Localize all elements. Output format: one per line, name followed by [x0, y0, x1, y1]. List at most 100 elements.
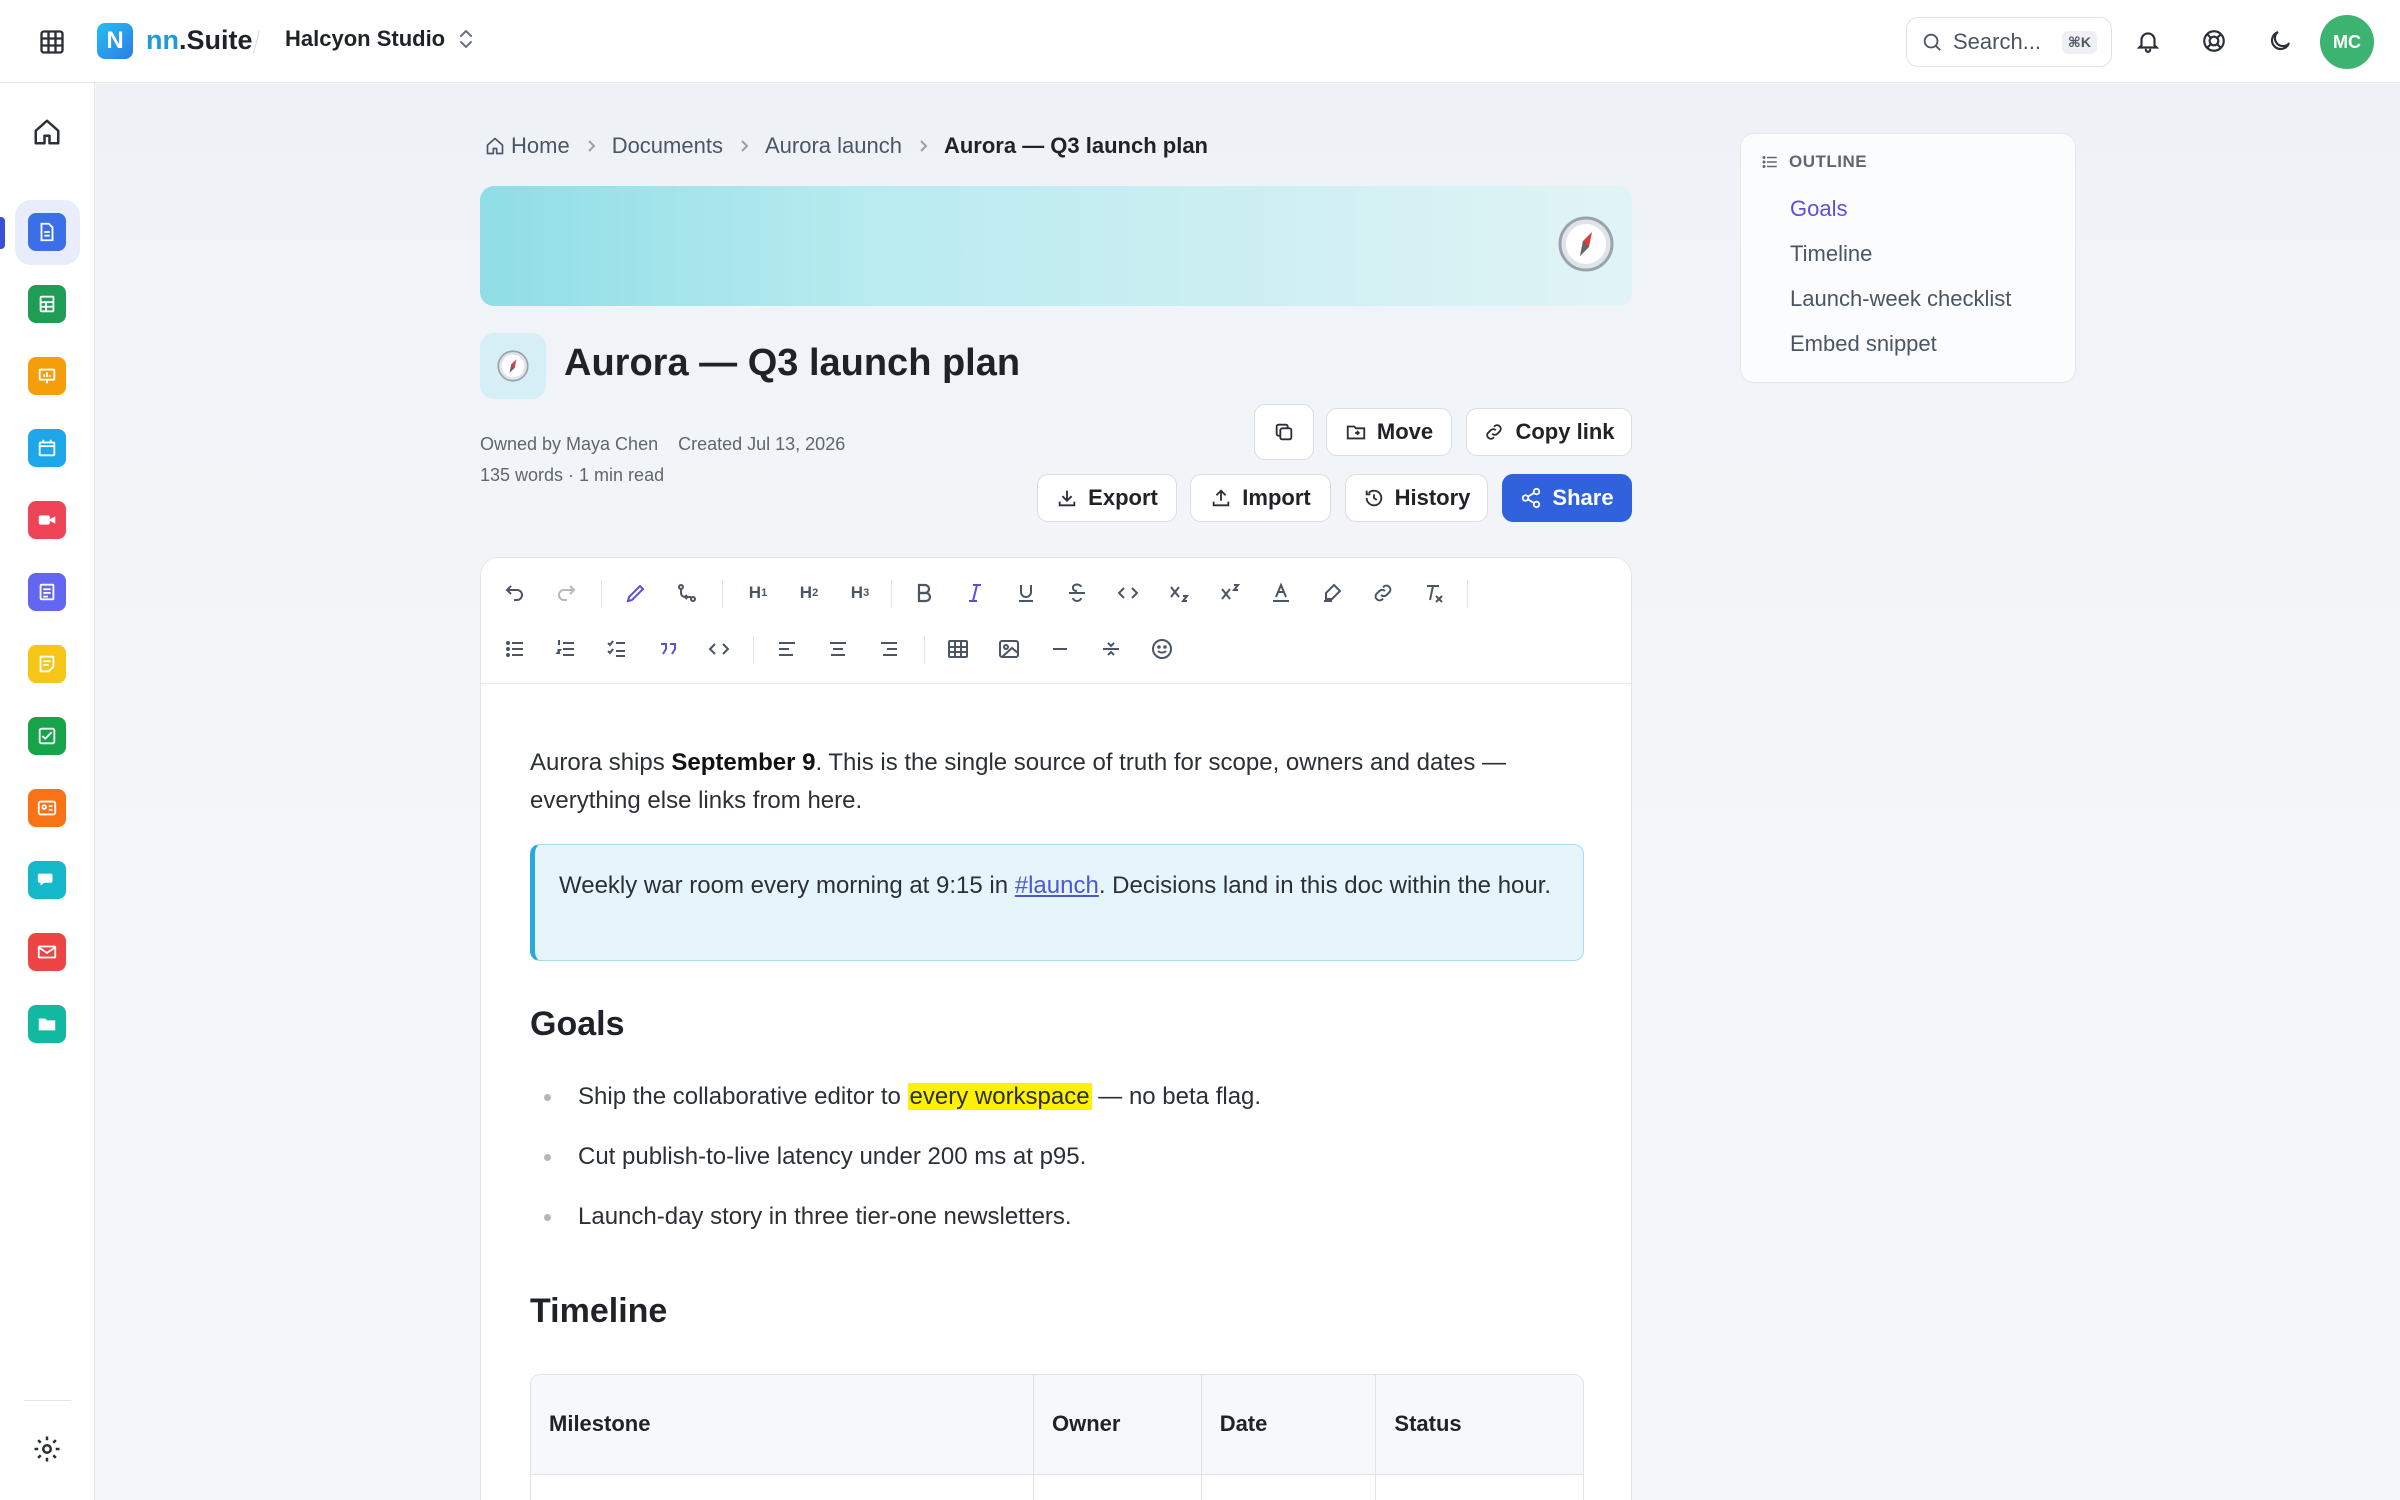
outline-item-timeline[interactable]: Timeline	[1790, 241, 1872, 267]
meet-app-icon[interactable]	[28, 501, 66, 539]
underline-icon[interactable]	[1009, 576, 1043, 610]
contacts-app-icon[interactable]	[28, 789, 66, 827]
calendar-app-icon[interactable]	[28, 429, 66, 467]
horizontal-rule-icon[interactable]	[1043, 632, 1077, 666]
editor-content[interactable]: Aurora ships September 9. This is the si…	[530, 744, 1585, 820]
blockquote-icon[interactable]	[651, 632, 685, 666]
list-item[interactable]: Ship the collaborative editor to every w…	[530, 1078, 1584, 1116]
heading-3-button[interactable]: H3	[843, 576, 877, 610]
intro-paragraph[interactable]: Aurora ships September 9. This is the si…	[530, 744, 1585, 820]
heading-2-button[interactable]: H2	[792, 576, 826, 610]
table-cell[interactable]	[531, 1475, 1035, 1500]
breadcrumb-documents[interactable]: Documents	[612, 133, 723, 159]
inline-code-icon[interactable]	[1111, 576, 1145, 610]
search-icon	[1921, 31, 1943, 53]
brand-logo[interactable]: N	[97, 23, 133, 59]
strikethrough-icon[interactable]	[1060, 576, 1094, 610]
outline-item-checklist[interactable]: Launch-week checklist	[1790, 286, 2011, 312]
channel-mention-link[interactable]: #launch	[1015, 872, 1099, 899]
breadcrumb-home[interactable]: Home	[485, 133, 570, 159]
suggest-mode-icon[interactable]	[670, 576, 704, 610]
bold-icon[interactable]	[907, 576, 941, 610]
breadcrumb: Home Documents Aurora launch Aurora — Q3…	[485, 133, 1208, 159]
gear-icon[interactable]	[32, 1434, 62, 1464]
files-app-icon[interactable]	[28, 1005, 66, 1043]
timeline-table[interactable]: Milestone Owner Date Status	[530, 1374, 1584, 1500]
column-header-status[interactable]: Status	[1376, 1375, 1583, 1474]
moon-icon[interactable]	[2267, 28, 2293, 54]
column-header-date[interactable]: Date	[1202, 1375, 1377, 1474]
brand-name[interactable]: nn.Suite	[146, 25, 253, 56]
highlighter-icon[interactable]	[1315, 576, 1349, 610]
page-break-icon[interactable]	[1094, 632, 1128, 666]
move-button[interactable]: Move	[1326, 408, 1452, 456]
forms-app-icon[interactable]	[28, 573, 66, 611]
outline-item-embed-snippet[interactable]: Embed snippet	[1790, 331, 1937, 357]
superscript-icon[interactable]	[1213, 576, 1247, 610]
chat-app-icon[interactable]	[28, 861, 66, 899]
outline-item-goals[interactable]: Goals	[1790, 196, 1847, 222]
slides-app-icon[interactable]	[28, 357, 66, 395]
document-icon[interactable]	[480, 333, 546, 399]
breadcrumb-aurora-launch[interactable]: Aurora launch	[765, 133, 902, 159]
table-header-row: Milestone Owner Date Status	[531, 1375, 1583, 1475]
duplicate-button[interactable]	[1254, 404, 1314, 460]
callout-block[interactable]: Weekly war room every morning at 9:15 in…	[530, 844, 1584, 961]
emoji-icon[interactable]	[1145, 632, 1179, 666]
apps-grid-icon[interactable]	[38, 28, 66, 56]
heading-1-button[interactable]: H1	[741, 576, 775, 610]
app-rail	[0, 83, 95, 1500]
undo-icon[interactable]	[498, 576, 532, 610]
help-lifebuoy-icon[interactable]	[2201, 28, 2227, 54]
mail-app-icon[interactable]	[28, 933, 66, 971]
avatar[interactable]: MC	[2320, 15, 2374, 69]
sheets-app-icon[interactable]	[28, 285, 66, 323]
upload-icon	[1213, 489, 1230, 507]
subscript-icon[interactable]	[1162, 576, 1196, 610]
text-color-icon[interactable]	[1264, 576, 1298, 610]
table-cell[interactable]	[1034, 1475, 1202, 1500]
table-cell[interactable]	[1376, 1475, 1583, 1500]
align-center-icon[interactable]	[821, 632, 855, 666]
heading-timeline[interactable]: Timeline	[530, 1292, 667, 1331]
numbered-list-icon[interactable]	[549, 632, 583, 666]
align-right-icon[interactable]	[872, 632, 906, 666]
italic-icon[interactable]	[958, 576, 992, 610]
share-button[interactable]: Share	[1502, 474, 1632, 522]
column-header-owner[interactable]: Owner	[1034, 1375, 1202, 1474]
copy-link-button[interactable]: Copy link	[1466, 408, 1632, 456]
image-icon[interactable]	[992, 632, 1026, 666]
tasks-app-icon[interactable]	[28, 717, 66, 755]
bell-icon[interactable]	[2135, 28, 2161, 54]
workspace-switcher[interactable]: Halcyon Studio	[285, 26, 475, 52]
pen-edit-icon[interactable]	[619, 576, 653, 610]
import-button[interactable]: Import	[1190, 474, 1331, 522]
page-title[interactable]: Aurora — Q3 launch plan	[564, 342, 1020, 385]
docs-app-icon[interactable]	[28, 213, 66, 251]
home-icon[interactable]	[32, 117, 62, 147]
search-shortcut: ⌘K	[2061, 30, 2097, 54]
align-left-icon[interactable]	[770, 632, 804, 666]
export-button[interactable]: Export	[1037, 474, 1177, 522]
notes-app-icon[interactable]	[28, 645, 66, 683]
bullet-list-icon[interactable]	[498, 632, 532, 666]
chevron-right-icon	[737, 139, 751, 153]
checklist-icon[interactable]	[600, 632, 634, 666]
heading-goals[interactable]: Goals	[530, 1005, 624, 1044]
link-icon[interactable]	[1366, 576, 1400, 610]
history-icon	[1365, 489, 1382, 507]
document-cover[interactable]	[480, 186, 1632, 306]
column-header-milestone[interactable]: Milestone	[531, 1375, 1034, 1474]
brand-separator	[252, 30, 261, 54]
chevron-right-icon	[916, 139, 930, 153]
redo-icon[interactable]	[549, 576, 583, 610]
code-block-icon[interactable]	[702, 632, 736, 666]
table-cell[interactable]	[1202, 1475, 1377, 1500]
history-button[interactable]: History	[1345, 474, 1488, 522]
clear-format-icon[interactable]	[1417, 576, 1451, 610]
list-item[interactable]: Launch-day story in three tier-one newsl…	[530, 1198, 1584, 1236]
list-item[interactable]: Cut publish-to-live latency under 200 ms…	[530, 1138, 1584, 1176]
table-icon[interactable]	[941, 632, 975, 666]
search-input[interactable]: Search... ⌘K	[1906, 17, 2112, 67]
workspace-name: Halcyon Studio	[285, 26, 446, 51]
